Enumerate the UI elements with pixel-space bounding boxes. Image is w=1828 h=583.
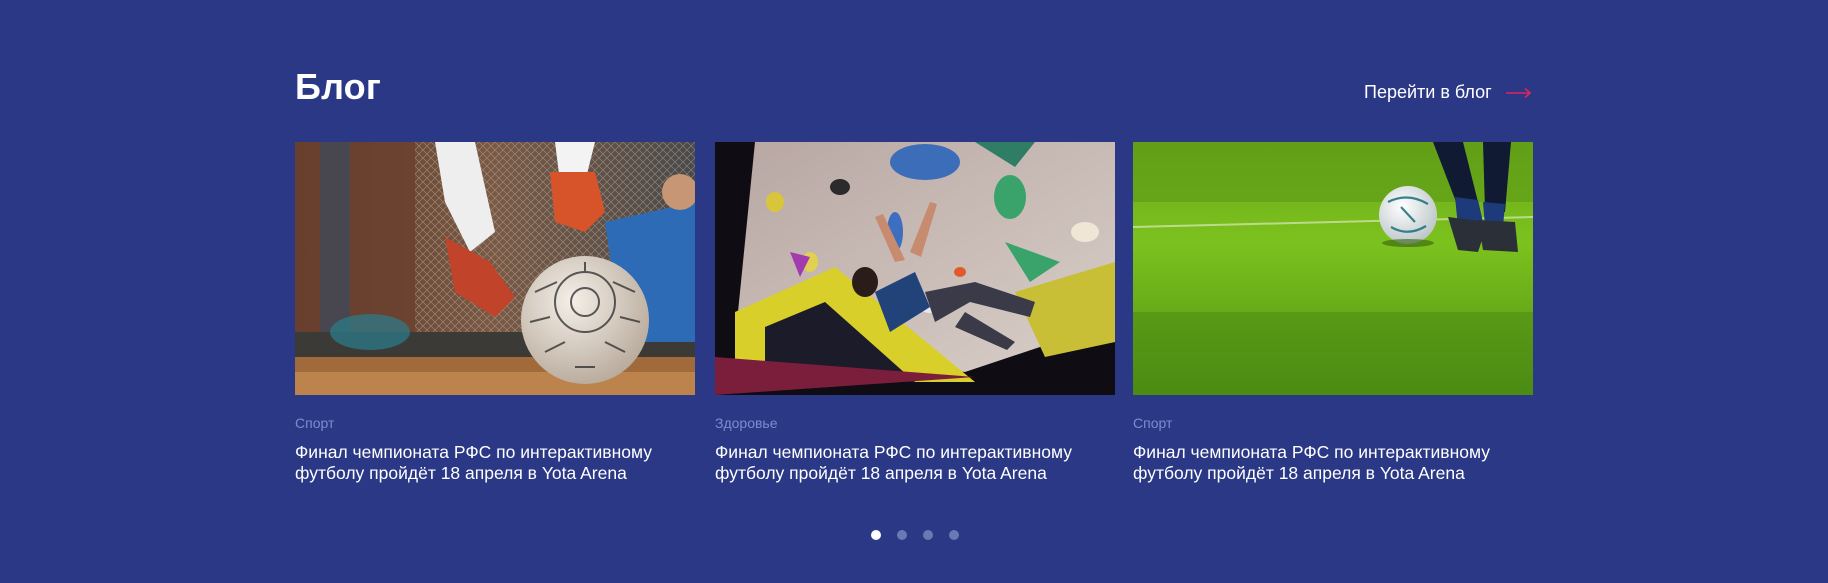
card-category: Здоровье bbox=[715, 415, 778, 431]
card-image-climbing[interactable] bbox=[715, 142, 1115, 395]
blog-section: Блог Перейти в блог Спорт Финал чемпиона… bbox=[0, 0, 1828, 583]
pagination-dot-2[interactable] bbox=[897, 530, 907, 540]
climbing-wall-photo bbox=[715, 142, 1115, 395]
blog-card[interactable]: Спорт Финал чемпионата РФС по интерактив… bbox=[295, 142, 695, 484]
blog-card[interactable]: Здоровье Финал чемпионата РФС по интерак… bbox=[715, 142, 1115, 484]
pagination-dot-4[interactable] bbox=[949, 530, 959, 540]
blog-cards: Спорт Финал чемпионата РФС по интерактив… bbox=[295, 142, 1533, 484]
football-grass-photo bbox=[1133, 142, 1533, 395]
card-image-football-tackle[interactable] bbox=[295, 142, 695, 395]
card-category: Спорт bbox=[1133, 415, 1173, 431]
carousel-pagination bbox=[871, 530, 959, 540]
go-to-blog-link[interactable]: Перейти в блог bbox=[1364, 82, 1532, 103]
blog-card[interactable]: Спорт Финал чемпионата РФС по интерактив… bbox=[1133, 142, 1533, 484]
go-to-blog-label: Перейти в блог bbox=[1364, 82, 1492, 102]
football-tackle-photo bbox=[295, 142, 695, 395]
blog-title: Блог bbox=[295, 66, 382, 107]
card-title[interactable]: Финал чемпионата РФС по интерактивному ф… bbox=[715, 442, 1115, 484]
pagination-dot-1[interactable] bbox=[871, 530, 881, 540]
card-image-football-grass[interactable] bbox=[1133, 142, 1533, 395]
card-title[interactable]: Финал чемпионата РФС по интерактивному ф… bbox=[1133, 442, 1533, 484]
arrow-right-icon bbox=[1505, 87, 1531, 98]
card-title[interactable]: Финал чемпионата РФС по интерактивному ф… bbox=[295, 442, 695, 484]
pagination-dot-3[interactable] bbox=[923, 530, 933, 540]
card-category: Спорт bbox=[295, 415, 335, 431]
